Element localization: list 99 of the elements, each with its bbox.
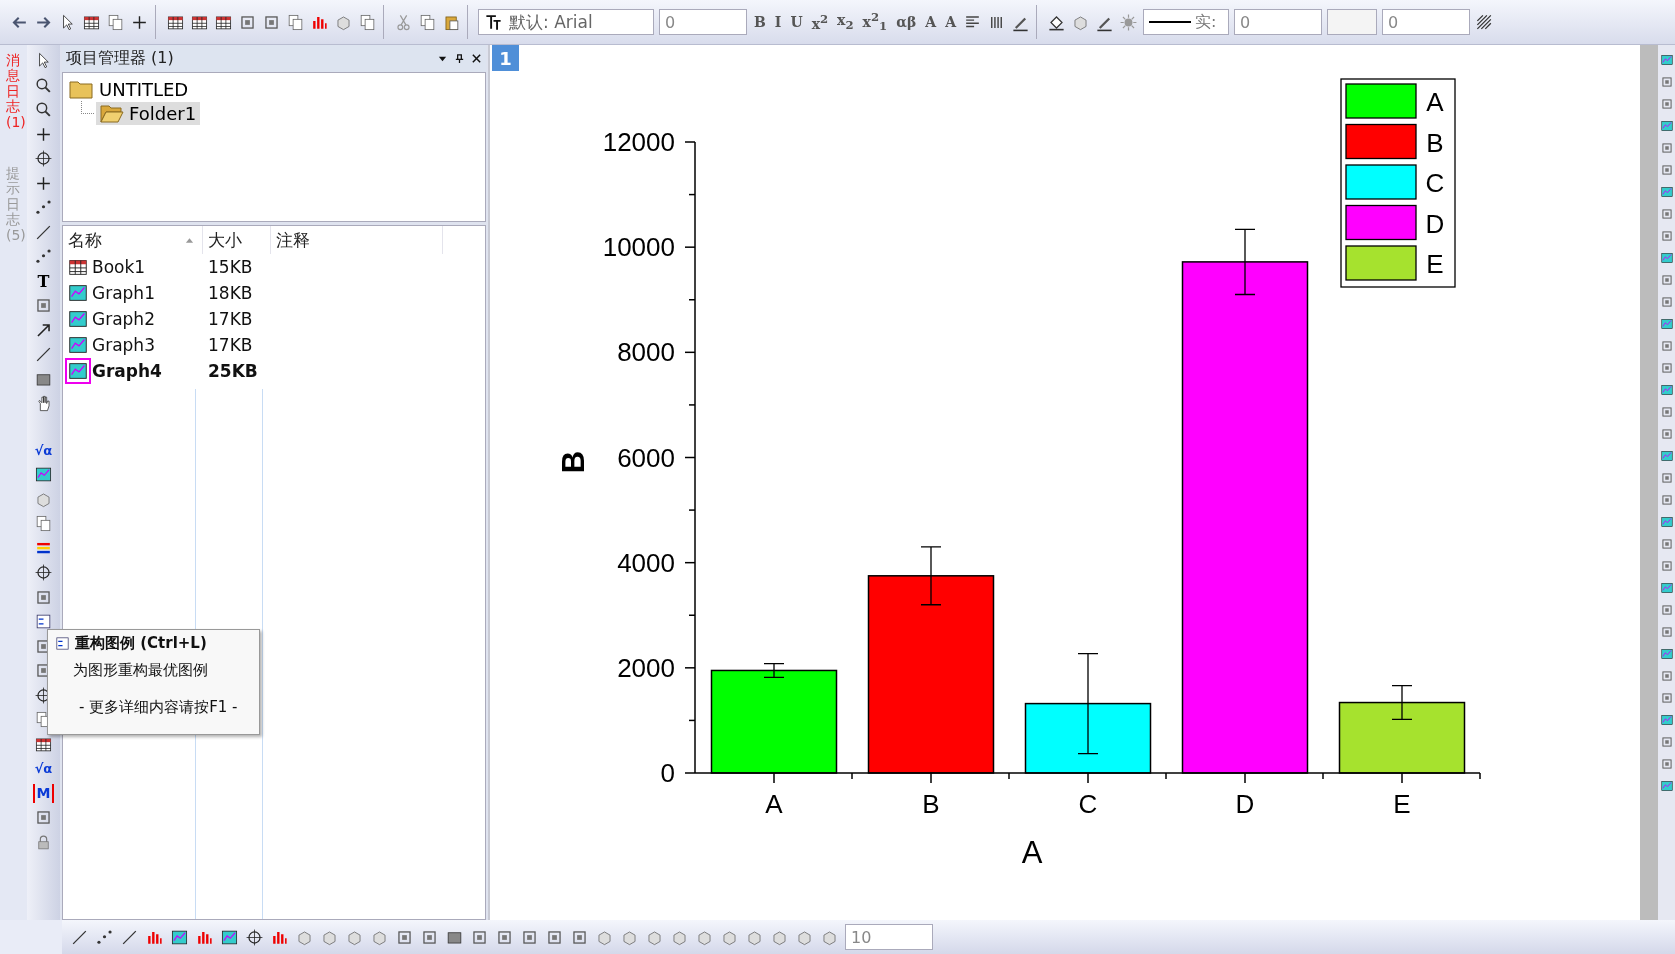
- error-bar: [763, 663, 785, 678]
- graph-icon[interactable]: [1659, 119, 1674, 133]
- scrollbar[interactable]: [1640, 45, 1658, 920]
- format-button[interactable]: αβ: [894, 14, 919, 30]
- image-icon[interactable]: [34, 465, 53, 484]
- file-size: 25KB: [208, 361, 258, 381]
- axis-title: A: [1021, 835, 1043, 870]
- axis-title: B: [556, 450, 591, 474]
- graph-icon[interactable]: [1659, 185, 1674, 199]
- font-icon: [484, 12, 503, 32]
- cut-icon[interactable]: [394, 12, 413, 32]
- formula-tool[interactable]: √α: [34, 440, 53, 460]
- file-name[interactable]: Graph1: [92, 283, 155, 303]
- line-style-dropdown[interactable]: 实:: [1143, 9, 1230, 35]
- tick-label: 10000: [602, 232, 675, 263]
- tree-item[interactable]: Folder1: [96, 101, 201, 125]
- target-icon[interactable]: [34, 563, 53, 582]
- error-bar: [920, 546, 942, 606]
- tick-label: 0: [660, 758, 675, 788]
- color-dropdown[interactable]: [1327, 9, 1378, 35]
- legend-icon[interactable]: [34, 612, 53, 631]
- text-tool[interactable]: T: [37, 271, 50, 291]
- graph-icon[interactable]: [1659, 713, 1674, 727]
- legend-label: E: [1426, 249, 1444, 279]
- copy-page-icon[interactable]: [106, 12, 125, 32]
- panel-title: 项目管理器 (1): [66, 48, 175, 69]
- file-size: 17KB: [208, 309, 253, 329]
- file-name[interactable]: Book1: [92, 257, 146, 277]
- graph-icon[interactable]: [1659, 383, 1674, 397]
- graph-icon[interactable]: [1659, 251, 1674, 265]
- file-name[interactable]: Graph2: [92, 309, 155, 329]
- scatter-icon[interactable]: [34, 198, 53, 217]
- file-size: 15KB: [208, 257, 253, 277]
- file-name[interactable]: Graph3: [92, 335, 155, 355]
- border-width-dropdown[interactable]: 0: [1382, 9, 1471, 35]
- format-button[interactable]: x$^{2}$: [809, 12, 831, 32]
- legend-label: C: [1425, 168, 1445, 198]
- scatter-icon[interactable]: [34, 247, 53, 266]
- tick-label: 2000: [617, 652, 675, 683]
- graph-icon: [67, 308, 89, 330]
- format-button[interactable]: I: [772, 14, 784, 30]
- tooltip-hint: - 更多详细内容请按F1 -: [79, 698, 239, 717]
- graph-icon[interactable]: [1659, 53, 1674, 67]
- file-size: 17KB: [208, 335, 253, 355]
- sort-icon: [185, 237, 194, 243]
- format-button[interactable]: U: [788, 14, 805, 30]
- column-header[interactable]: 名称: [63, 226, 203, 254]
- open-folder-icon: [100, 103, 124, 123]
- graph-icon[interactable]: [1659, 317, 1674, 331]
- zoom-out-icon[interactable]: [34, 100, 53, 119]
- tick-label: 6000: [617, 442, 675, 473]
- graph-icon[interactable]: [1659, 779, 1674, 793]
- file-name[interactable]: Graph4: [92, 361, 162, 381]
- format-button[interactable]: A: [943, 14, 959, 30]
- legend-label: B: [1426, 127, 1444, 158]
- tick-label: 12000: [602, 127, 675, 157]
- format-button[interactable]: x$_{2}$: [835, 12, 856, 32]
- column-header[interactable]: 注释: [271, 226, 443, 254]
- tick-label: 4000: [617, 547, 675, 578]
- legend-label: D: [1425, 208, 1445, 239]
- font-dropdown[interactable]: 默认: Arial: [478, 9, 654, 35]
- target-icon[interactable]: [245, 927, 264, 947]
- legend-label: A: [1426, 87, 1444, 117]
- copy-icon[interactable]: [418, 12, 437, 32]
- tick-label: B: [922, 789, 940, 819]
- error-bar: [1234, 228, 1256, 296]
- formula-tool[interactable]: √α: [34, 759, 53, 778]
- copy-page-icon[interactable]: [358, 12, 377, 32]
- legend-icon: [54, 635, 71, 652]
- tick-label: A: [765, 789, 783, 819]
- format-button[interactable]: A: [923, 14, 939, 30]
- format-button[interactable]: B: [752, 14, 768, 30]
- tree-item[interactable]: UNTITLED: [99, 78, 189, 100]
- tooltip-title: 重构图例 (Ctrl+L): [75, 634, 207, 653]
- graph-icon: [67, 282, 89, 304]
- column-header[interactable]: 大小: [203, 226, 271, 254]
- line-icon[interactable]: [34, 345, 53, 364]
- copy-page-icon[interactable]: [34, 514, 53, 533]
- target-icon[interactable]: [34, 149, 53, 168]
- graph-icon[interactable]: [1659, 449, 1674, 463]
- font-size-dropdown[interactable]: 0: [659, 9, 747, 35]
- line-width-dropdown[interactable]: 0: [1234, 9, 1323, 35]
- graph-icon: [67, 360, 89, 382]
- graph-icon[interactable]: [1659, 581, 1674, 595]
- size-dropdown[interactable]: 10: [845, 924, 933, 950]
- file-size: 18KB: [208, 283, 253, 303]
- tooltip-text: 为图形重构最优图例: [73, 661, 209, 680]
- graph-icon[interactable]: [1659, 515, 1674, 529]
- tick-label: D: [1235, 789, 1255, 819]
- tick-label: E: [1393, 789, 1411, 819]
- error-bar: [1391, 685, 1413, 720]
- mask-tool[interactable]: M: [32, 783, 55, 803]
- graph-icon[interactable]: [1659, 647, 1674, 661]
- close-icon[interactable]: [471, 53, 482, 64]
- tick-label: C: [1078, 789, 1098, 819]
- layer-number[interactable]: 1: [492, 45, 519, 71]
- tick-label: 8000: [617, 337, 675, 368]
- copy-page-icon[interactable]: [286, 12, 305, 32]
- graph-icon: [67, 334, 89, 356]
